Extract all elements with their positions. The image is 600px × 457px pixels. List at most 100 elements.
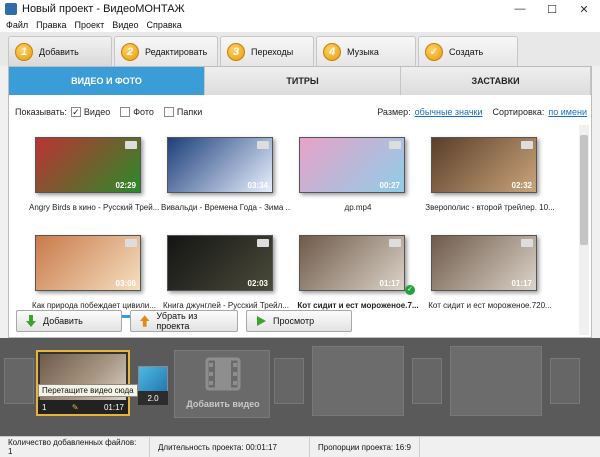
checkbox-label: Фото bbox=[133, 107, 154, 117]
video-thumbnail[interactable]: 02:29 bbox=[35, 137, 141, 193]
step-number-icon: 4 bbox=[323, 42, 341, 61]
minimize-button[interactable]: — bbox=[504, 0, 536, 18]
video-duration: 01:17 bbox=[379, 279, 400, 288]
step-tabs: 1 Добавить 2 Редактировать 3 Переходы 4 … bbox=[0, 32, 600, 66]
video-camera-icon bbox=[125, 239, 137, 247]
maximize-button[interactable]: ☐ bbox=[536, 0, 568, 18]
video-thumbnail[interactable]: 02:03 bbox=[167, 235, 273, 291]
media-caption: Кот сидит и ест мороженое.7... bbox=[297, 301, 419, 310]
app-logo-icon bbox=[5, 3, 17, 15]
tab-video-photo[interactable]: ВИДЕО И ФОТО bbox=[9, 67, 205, 95]
video-thumbnail[interactable]: 03:34 bbox=[167, 137, 273, 193]
video-thumbnail[interactable]: 01:17 bbox=[431, 235, 537, 291]
tab-music[interactable]: 4 Музыка bbox=[316, 36, 416, 66]
media-caption: Как природа побеждает цивили... bbox=[32, 301, 156, 310]
add-button[interactable]: Добавить bbox=[16, 310, 122, 332]
remove-button[interactable]: Убрать из проекта bbox=[130, 310, 238, 332]
timeline-slot bbox=[312, 346, 404, 416]
timeline-slot bbox=[4, 358, 34, 404]
add-video-slot[interactable]: Добавить видео bbox=[174, 350, 270, 418]
tab-intros[interactable]: ЗАСТАВКИ bbox=[401, 67, 591, 95]
film-icon bbox=[205, 357, 241, 391]
clip-footer: 1 ✎ 01:17 bbox=[38, 400, 128, 414]
status-duration: Длительность проекта: 00:01:17 bbox=[150, 436, 310, 457]
checkbox-label: Папки bbox=[176, 107, 203, 117]
clip-duration: 01:17 bbox=[103, 402, 124, 412]
button-label: Убрать из проекта bbox=[156, 311, 198, 331]
timeline-slot bbox=[550, 358, 580, 404]
media-grid: 02:29 Angry Birds в кино - Русский Трей..… bbox=[15, 125, 575, 337]
menu-help[interactable]: Справка bbox=[147, 20, 182, 30]
video-duration: 00:27 bbox=[379, 181, 400, 190]
size-link[interactable]: обычные значки bbox=[415, 107, 483, 117]
video-duration: 01:17 bbox=[511, 279, 532, 288]
status-bar: Количество добавленных файлов: 1 Длитель… bbox=[0, 436, 600, 457]
media-caption: Angry Birds в кино - Русский Трей... bbox=[29, 203, 159, 212]
show-label: Показывать: bbox=[15, 107, 67, 117]
video-camera-icon bbox=[389, 141, 401, 149]
added-check-icon: ✓ bbox=[405, 285, 415, 295]
video-thumbnail[interactable]: 01:17 bbox=[299, 235, 405, 291]
video-camera-icon bbox=[521, 141, 533, 149]
drop-hint-tooltip: Перетащите видео сюда bbox=[38, 384, 138, 397]
step-number-icon: 3 bbox=[227, 42, 245, 61]
video-camera-icon bbox=[521, 239, 533, 247]
tab-transitions[interactable]: 3 Переходы bbox=[220, 36, 314, 66]
action-buttons: Добавить Убрать из проекта Просмотр bbox=[16, 310, 360, 332]
menu-file[interactable]: Файл bbox=[6, 20, 28, 30]
media-panel: ВИДЕО И ФОТО ТИТРЫ ЗАСТАВКИ Показывать: … bbox=[8, 66, 592, 338]
close-button[interactable]: ✕ bbox=[568, 0, 600, 18]
sort-link[interactable]: по имени bbox=[548, 107, 587, 117]
video-camera-icon bbox=[257, 239, 269, 247]
media-caption: Вивальди - Времена Года - Зима ... bbox=[161, 203, 291, 212]
video-camera-icon bbox=[257, 141, 269, 149]
tab-add[interactable]: 1 Добавить bbox=[8, 36, 112, 66]
checkmark-icon: ✓ bbox=[425, 42, 443, 61]
pencil-icon[interactable]: ✎ bbox=[72, 403, 79, 412]
checkbox-label: Видео bbox=[83, 107, 111, 117]
tab-create[interactable]: ✓ Создать bbox=[418, 36, 518, 66]
photo-checkbox[interactable]: Фото bbox=[120, 107, 154, 117]
timeline-clip[interactable]: Перетащите видео сюда 1 ✎ 01:17 bbox=[36, 350, 138, 416]
arrow-up-icon bbox=[139, 315, 150, 327]
scrollbar-thumb[interactable] bbox=[580, 135, 588, 245]
title-bar: Новый проект - ВидеоМОНТАЖ — ☐ ✕ bbox=[0, 0, 600, 18]
preview-button[interactable]: Просмотр bbox=[246, 310, 352, 332]
video-thumbnail[interactable]: 03:06 bbox=[35, 235, 141, 291]
media-caption: Книга джунглей - Русский Трейл... bbox=[163, 301, 289, 310]
tab-label: Редактировать bbox=[145, 46, 208, 57]
menu-edit[interactable]: Правка bbox=[36, 20, 66, 30]
video-thumbnail[interactable]: 02:32 bbox=[431, 137, 537, 193]
video-checkbox[interactable]: ✓ Видео bbox=[70, 107, 111, 117]
sub-tabs: ВИДЕО И ФОТО ТИТРЫ ЗАСТАВКИ bbox=[9, 67, 591, 95]
folders-checkbox[interactable]: Папки bbox=[163, 107, 203, 117]
timeline-slot bbox=[412, 358, 442, 404]
tab-titles[interactable]: ТИТРЫ bbox=[205, 67, 401, 95]
status-ratio: Пропорции проекта: 16:9 bbox=[310, 436, 420, 457]
timeline: Перетащите видео сюда 1 ✎ 01:17 2.0 Доба… bbox=[0, 338, 600, 436]
button-label: Просмотр bbox=[273, 316, 315, 326]
tab-edit[interactable]: 2 Редактировать bbox=[114, 36, 218, 66]
tab-label: Музыка bbox=[347, 46, 379, 57]
transition-duration: 2.0 bbox=[138, 391, 168, 405]
video-camera-icon bbox=[389, 239, 401, 247]
video-duration: 02:29 bbox=[115, 181, 136, 190]
menu-video[interactable]: Видео bbox=[112, 20, 138, 30]
menu-project[interactable]: Проект bbox=[75, 20, 105, 30]
play-icon bbox=[257, 316, 266, 326]
checkbox-icon bbox=[163, 107, 174, 117]
tab-label: Переходы bbox=[251, 46, 294, 57]
media-caption: др.mp4 bbox=[344, 203, 372, 212]
video-thumbnail[interactable]: 00:27 bbox=[299, 137, 405, 193]
video-camera-icon bbox=[125, 141, 137, 149]
timeline-slot bbox=[274, 358, 304, 404]
sort-label: Сортировка: bbox=[492, 107, 545, 117]
tab-label: Добавить bbox=[39, 46, 79, 57]
step-number-icon: 2 bbox=[121, 42, 139, 61]
scrollbar[interactable] bbox=[579, 125, 589, 335]
tab-label: Создать bbox=[449, 46, 484, 57]
media-caption: Кот сидит и ест мороженое.720... bbox=[428, 301, 552, 310]
video-duration: 03:34 bbox=[247, 181, 268, 190]
size-label: Размер: bbox=[377, 107, 411, 117]
arrow-down-icon bbox=[26, 315, 36, 327]
